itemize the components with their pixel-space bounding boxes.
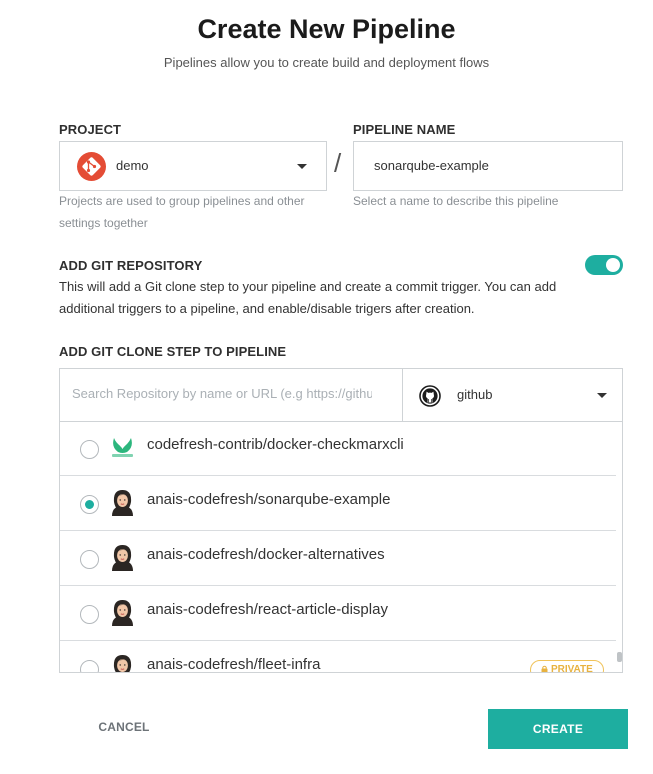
- list-item[interactable]: codefresh-contrib/docker-checkmarxcli: [60, 421, 616, 476]
- separator-slash: /: [334, 148, 342, 178]
- pipeline-name-help: Select a name to describe this pipeline: [353, 194, 559, 208]
- provider-value: github: [457, 387, 493, 402]
- user-avatar: [113, 655, 132, 672]
- toggle-knob: [606, 258, 620, 272]
- pipeline-name-input[interactable]: sonarqube-example: [353, 141, 623, 191]
- list-item[interactable]: anais-codefresh/docker-alternatives: [60, 531, 616, 586]
- lock-icon: [541, 665, 548, 672]
- private-badge-label: PRIVATE: [550, 664, 593, 673]
- repository-radio[interactable]: [80, 550, 99, 569]
- project-value: demo: [116, 158, 149, 173]
- repository-name: codefresh-contrib/docker-checkmarxcli: [147, 436, 404, 453]
- user-avatar: [112, 600, 133, 626]
- cancel-button[interactable]: CANCEL: [88, 714, 160, 740]
- project-help-line: settings together: [59, 216, 148, 230]
- repository-list: codefresh-contrib/docker-checkmarxcli an…: [59, 421, 623, 673]
- user-avatar: [112, 545, 133, 571]
- repository-radio[interactable]: [80, 660, 99, 672]
- repository-radio[interactable]: [80, 495, 99, 514]
- repository-radio[interactable]: [80, 605, 99, 624]
- chevron-down-icon: [297, 164, 307, 169]
- project-help-line: Projects are used to group pipelines and…: [59, 194, 305, 208]
- private-badge: PRIVATE: [530, 660, 604, 673]
- git-logo-icon: [77, 152, 106, 181]
- pipeline-name-label: PIPELINE NAME: [353, 122, 456, 137]
- page-title: Create New Pipeline: [197, 14, 456, 44]
- chevron-down-icon: [597, 393, 607, 398]
- repository-name: anais-codefresh/docker-alternatives: [147, 546, 385, 563]
- list-item[interactable]: anais-codefresh/fleet-infra PRIVATE: [60, 641, 616, 673]
- provider-select[interactable]: github: [402, 368, 623, 422]
- repository-list-scrollbar[interactable]: [615, 421, 623, 673]
- description-line: This will add a Git clone step to your p…: [59, 279, 557, 294]
- repository-name: anais-codefresh/react-article-display: [147, 601, 388, 618]
- git-repository-toggle[interactable]: [585, 255, 623, 275]
- page-subtitle: Pipelines allow you to create build and …: [163, 55, 490, 70]
- pipeline-name-value: sonarqube-example: [374, 158, 489, 173]
- description-line: additional triggers to a pipeline, and e…: [59, 301, 475, 316]
- repository-name: anais-codefresh/sonarqube-example: [147, 491, 391, 508]
- create-button[interactable]: CREATE: [488, 709, 628, 749]
- git-repository-label: ADD GIT REPOSITORY: [59, 258, 203, 273]
- list-item[interactable]: anais-codefresh/react-article-display: [60, 586, 616, 641]
- repository-search-input[interactable]: [72, 386, 372, 401]
- codefresh-logo-icon: [112, 438, 133, 457]
- clone-step-label: ADD GIT CLONE STEP TO PIPELINE: [59, 344, 287, 359]
- repository-radio[interactable]: [80, 440, 99, 459]
- repository-name: anais-codefresh/fleet-infra: [147, 656, 321, 673]
- project-help: Projects are used to group pipelines and…: [59, 190, 329, 234]
- scrollbar-thumb[interactable]: [617, 652, 622, 662]
- user-avatar: [112, 490, 133, 516]
- project-select[interactable]: demo: [59, 141, 327, 191]
- repository-search[interactable]: [59, 368, 403, 422]
- project-label: PROJECT: [59, 122, 122, 137]
- github-icon: [419, 385, 441, 407]
- list-item[interactable]: anais-codefresh/sonarqube-example: [60, 476, 616, 531]
- radio-selected-dot: [85, 500, 94, 509]
- git-repository-description: This will add a Git clone step to your p…: [59, 276, 619, 320]
